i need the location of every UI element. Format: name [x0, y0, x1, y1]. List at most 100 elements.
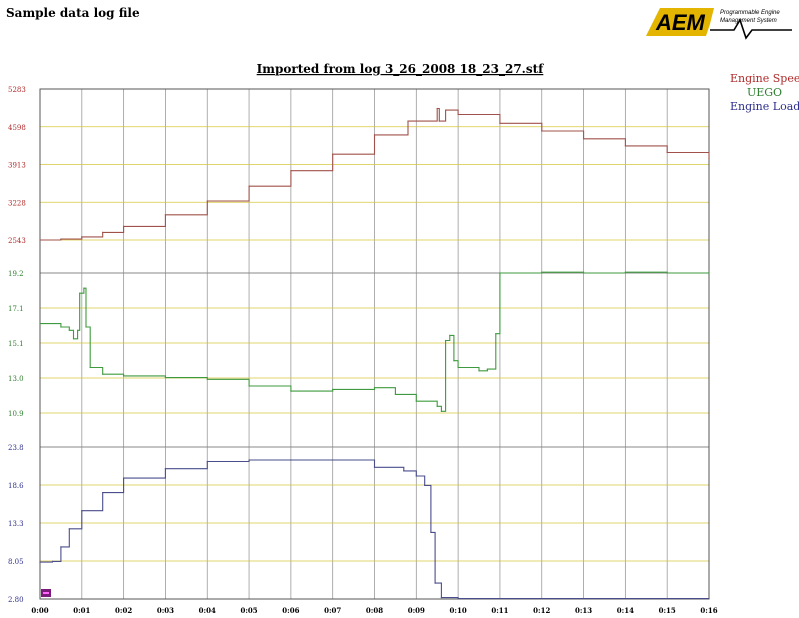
x-tick-label: 0:03	[157, 606, 174, 615]
engine-speed-data-point	[708, 158, 710, 160]
uego-data-point	[123, 375, 125, 377]
uego-data-point	[436, 405, 438, 407]
engine-load-tick-label: 8.05	[8, 558, 24, 566]
engine-speed-tick-label: 3913	[8, 162, 26, 170]
chart: Imported from log 3_26_2008 18_23_27.stf…	[8, 62, 718, 615]
engine-load-tick-label: 13.3	[8, 520, 24, 528]
engine-load-data-point	[81, 510, 83, 512]
uego-data-point	[453, 360, 455, 362]
engine-load-tick-label: 23.8	[8, 444, 24, 452]
x-tick-label: 0:14	[617, 606, 634, 615]
uego-data-point	[583, 272, 585, 274]
engine-load-data-point	[373, 466, 376, 468]
uego-data-point	[499, 272, 501, 274]
uego-tick-label: 19.2	[8, 270, 24, 278]
uego-data-point	[486, 368, 488, 370]
x-tick-label: 0:08	[366, 606, 383, 615]
uego-data-point	[68, 329, 70, 331]
engine-speed-tick-label: 2543	[8, 237, 26, 245]
engine-load-data-point	[403, 470, 405, 472]
engine-load-tick-label: 2.80	[8, 596, 24, 604]
engine-load-data-point	[708, 598, 710, 600]
uego-data-point	[248, 385, 250, 387]
x-tick-label: 0:05	[240, 606, 257, 615]
engine-speed-data-point	[583, 138, 585, 140]
engine-speed-data-point	[290, 170, 292, 172]
uego-data-point	[373, 387, 376, 389]
x-tick-label: 0:13	[575, 606, 592, 615]
uego-data-point	[495, 333, 497, 335]
engine-load-data-point	[624, 598, 627, 600]
uego-data-point	[415, 400, 417, 402]
engine-load-data-point	[39, 561, 41, 563]
engine-load-data-point	[457, 598, 459, 600]
engine-speed-tick-label: 5283	[8, 86, 26, 94]
uego-data-point	[541, 271, 543, 273]
engine-load-data-point	[60, 546, 62, 548]
uego-data-point	[708, 271, 710, 273]
x-tick-label: 0:00	[31, 606, 48, 615]
engine-load-data-point	[415, 475, 417, 477]
engine-load-data-point	[434, 582, 436, 584]
engine-speed-data-point	[666, 151, 668, 154]
engine-load-data-point	[290, 459, 292, 461]
uego-data-point	[102, 373, 104, 375]
uego-data-point	[440, 410, 442, 412]
uego-data-point	[290, 390, 292, 392]
x-tick-label: 0:04	[199, 606, 216, 615]
uego-data-point	[79, 292, 81, 294]
engine-speed-data-point	[123, 225, 125, 227]
engine-speed-data-point	[102, 231, 104, 233]
x-tick-label: 0:02	[115, 606, 132, 615]
x-tick-label: 0:12	[533, 606, 550, 615]
x-tick-label: 0:10	[450, 606, 467, 615]
engine-load-data-point	[332, 459, 334, 461]
x-tick-label: 0:09	[408, 606, 425, 615]
x-tick-label: 0:06	[282, 606, 299, 615]
engine-speed-data-point	[457, 113, 459, 116]
engine-speed-tick-label: 3228	[8, 199, 26, 207]
engine-speed-data-point	[81, 236, 83, 238]
engine-load-data-point	[424, 484, 426, 486]
engine-speed-data-point	[624, 145, 627, 147]
x-tick-label: 0:16	[700, 606, 717, 615]
engine-load-data-point	[248, 459, 250, 461]
engine-speed-data-point	[541, 130, 543, 132]
uego-data-point	[457, 366, 459, 369]
engine-speed-data-point	[407, 120, 409, 122]
uego-tick-label: 15.1	[8, 340, 24, 348]
uego-data-point	[394, 393, 396, 395]
engine-speed-data-point	[445, 109, 447, 111]
engine-speed-data-point	[39, 239, 41, 241]
engine-speed-data-point	[164, 214, 166, 216]
engine-load-data-point	[123, 477, 125, 479]
engine-speed-data-point	[248, 185, 250, 187]
uego-data-point	[39, 323, 41, 325]
uego-data-point	[666, 272, 668, 274]
engine-load-data-point	[51, 560, 54, 563]
uego-data-point	[332, 388, 334, 390]
uego-tick-label: 13.0	[8, 375, 24, 383]
uego-data-point	[624, 271, 627, 273]
uego-tick-label: 10.9	[8, 410, 24, 418]
engine-load-data-point	[440, 597, 442, 599]
uego-data-point	[72, 338, 75, 340]
x-tick-label: 0:07	[324, 606, 341, 615]
uego-data-point	[449, 334, 451, 336]
uego-data-point	[445, 339, 447, 342]
uego-data-point	[478, 370, 480, 372]
uego-data-point	[85, 326, 87, 328]
engine-speed-data-point	[436, 107, 438, 110]
x-tick-label: 0:01	[73, 606, 90, 615]
engine-load-data-point	[68, 528, 70, 530]
engine-speed-tick-label: 4598	[8, 124, 26, 132]
uego-data-point	[89, 366, 91, 369]
x-tick-label: 0:11	[491, 606, 508, 615]
uego-data-point	[77, 329, 79, 331]
engine-load-data-point	[206, 460, 208, 463]
uego-tick-label: 17.1	[8, 305, 24, 313]
uego-data-point	[206, 378, 208, 380]
engine-speed-data-point	[438, 120, 440, 122]
engine-speed-data-point	[332, 153, 334, 155]
engine-speed-data-point	[60, 238, 62, 240]
